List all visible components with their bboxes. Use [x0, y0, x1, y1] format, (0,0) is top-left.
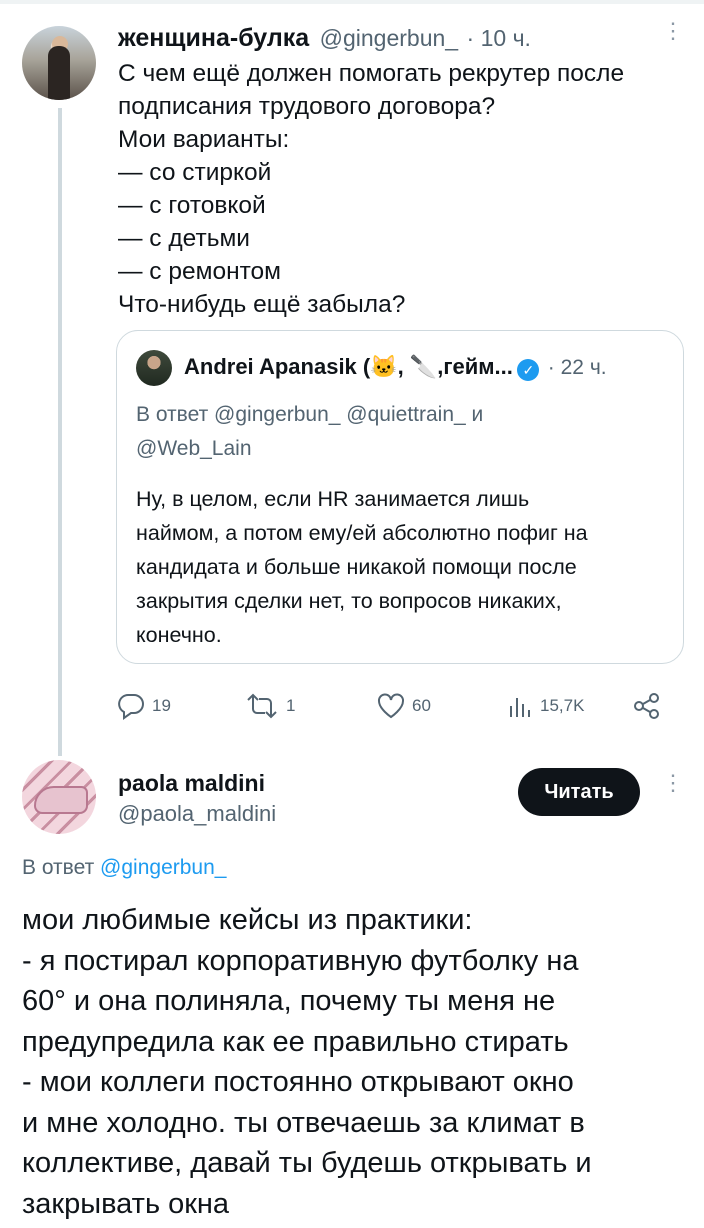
- reply-author-name[interactable]: paola maldini: [118, 770, 276, 797]
- quote-author-name[interactable]: Andrei Apanasik (🐱, 🔪,гейм...: [184, 354, 513, 379]
- heart-icon: [378, 693, 404, 719]
- quote-time: · 22 ч.: [547, 356, 607, 379]
- quote-text: Ну, в целом, если HR занимается лишь най…: [136, 487, 588, 647]
- views-count: 15,7K: [540, 696, 585, 715]
- quote-reply-to-line2[interactable]: @Web_Lain: [136, 432, 483, 466]
- like-button[interactable]: 60: [376, 692, 431, 720]
- tweet-time[interactable]: · 10 ч.: [467, 25, 531, 51]
- reply-icon: [118, 694, 144, 720]
- quote-reply-context: В ответ @gingerbun_ @quiettrain_ и @Web_…: [136, 398, 483, 466]
- reply-text: мои любимые кейсы из практики: - я пости…: [22, 904, 592, 1220]
- reply-header: paola maldini @paola_maldini: [118, 770, 276, 827]
- avatar-shoe: [34, 786, 88, 814]
- reply-avatar[interactable]: [22, 760, 96, 834]
- quote-header: Andrei Apanasik (🐱, 🔪,гейм... ✓ · 22 ч.: [184, 354, 607, 381]
- views-chart-icon: [510, 698, 530, 717]
- more-vertical-icon[interactable]: ⋮: [662, 20, 684, 42]
- share-icon: [634, 693, 659, 719]
- author-handle[interactable]: @gingerbun_: [320, 25, 458, 51]
- quote-reply-to-line1[interactable]: @gingerbun_ @quiettrain_ и: [214, 403, 483, 426]
- quote-avatar[interactable]: [136, 350, 172, 386]
- reply-button[interactable]: 19: [116, 692, 171, 720]
- retweet-count: 1: [286, 696, 296, 715]
- share-button[interactable]: [632, 692, 662, 720]
- author-name[interactable]: женщина-булка: [118, 24, 309, 52]
- avatar-figure: [48, 46, 70, 100]
- thread-line: [58, 108, 62, 756]
- retweet-icon: [247, 693, 277, 719]
- quote-reply-prefix: В ответ: [136, 403, 209, 426]
- reply-context: В ответ @gingerbun_: [22, 856, 226, 880]
- reply-to-link[interactable]: @gingerbun_: [100, 856, 226, 879]
- views-button[interactable]: 15,7K: [506, 692, 584, 720]
- tweet-text: С чем ещё должен помогать рекрутер после…: [118, 60, 625, 318]
- verified-badge-icon: ✓: [517, 358, 540, 381]
- retweet-button[interactable]: 1: [244, 692, 295, 720]
- top-divider: [0, 0, 704, 4]
- reply-prefix: В ответ: [22, 856, 95, 879]
- more-vertical-icon[interactable]: ⋮: [662, 772, 684, 794]
- avatar[interactable]: [22, 26, 96, 100]
- follow-button[interactable]: Читать: [518, 768, 640, 816]
- tweet-header: женщина-булка @gingerbun_ · 10 ч.: [118, 24, 531, 53]
- like-count: 60: [412, 696, 431, 715]
- reply-author-handle[interactable]: @paola_maldini: [118, 801, 276, 827]
- reply-count: 19: [152, 696, 171, 715]
